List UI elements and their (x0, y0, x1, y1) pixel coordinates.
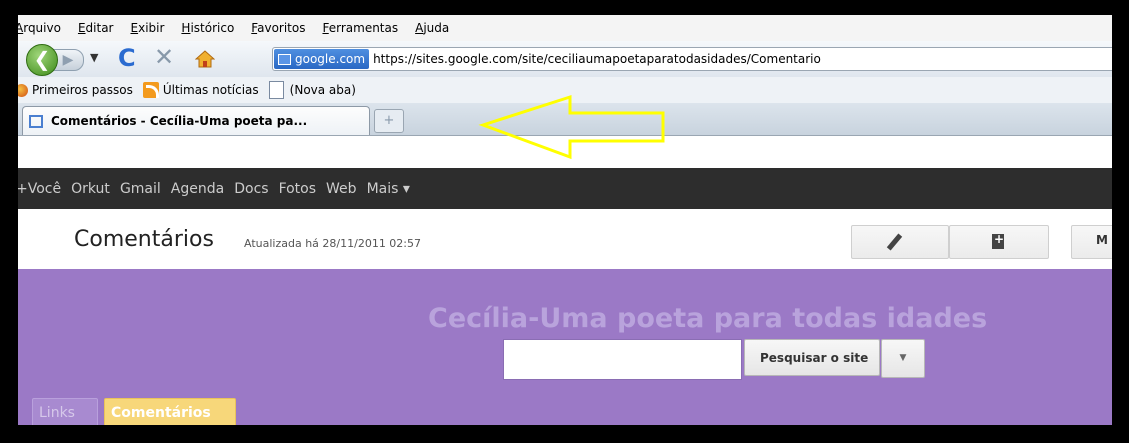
screenshot-frame: Arquivo Editar Exibir Histórico Favorito… (0, 0, 1129, 443)
annotation-arrow (478, 94, 665, 160)
